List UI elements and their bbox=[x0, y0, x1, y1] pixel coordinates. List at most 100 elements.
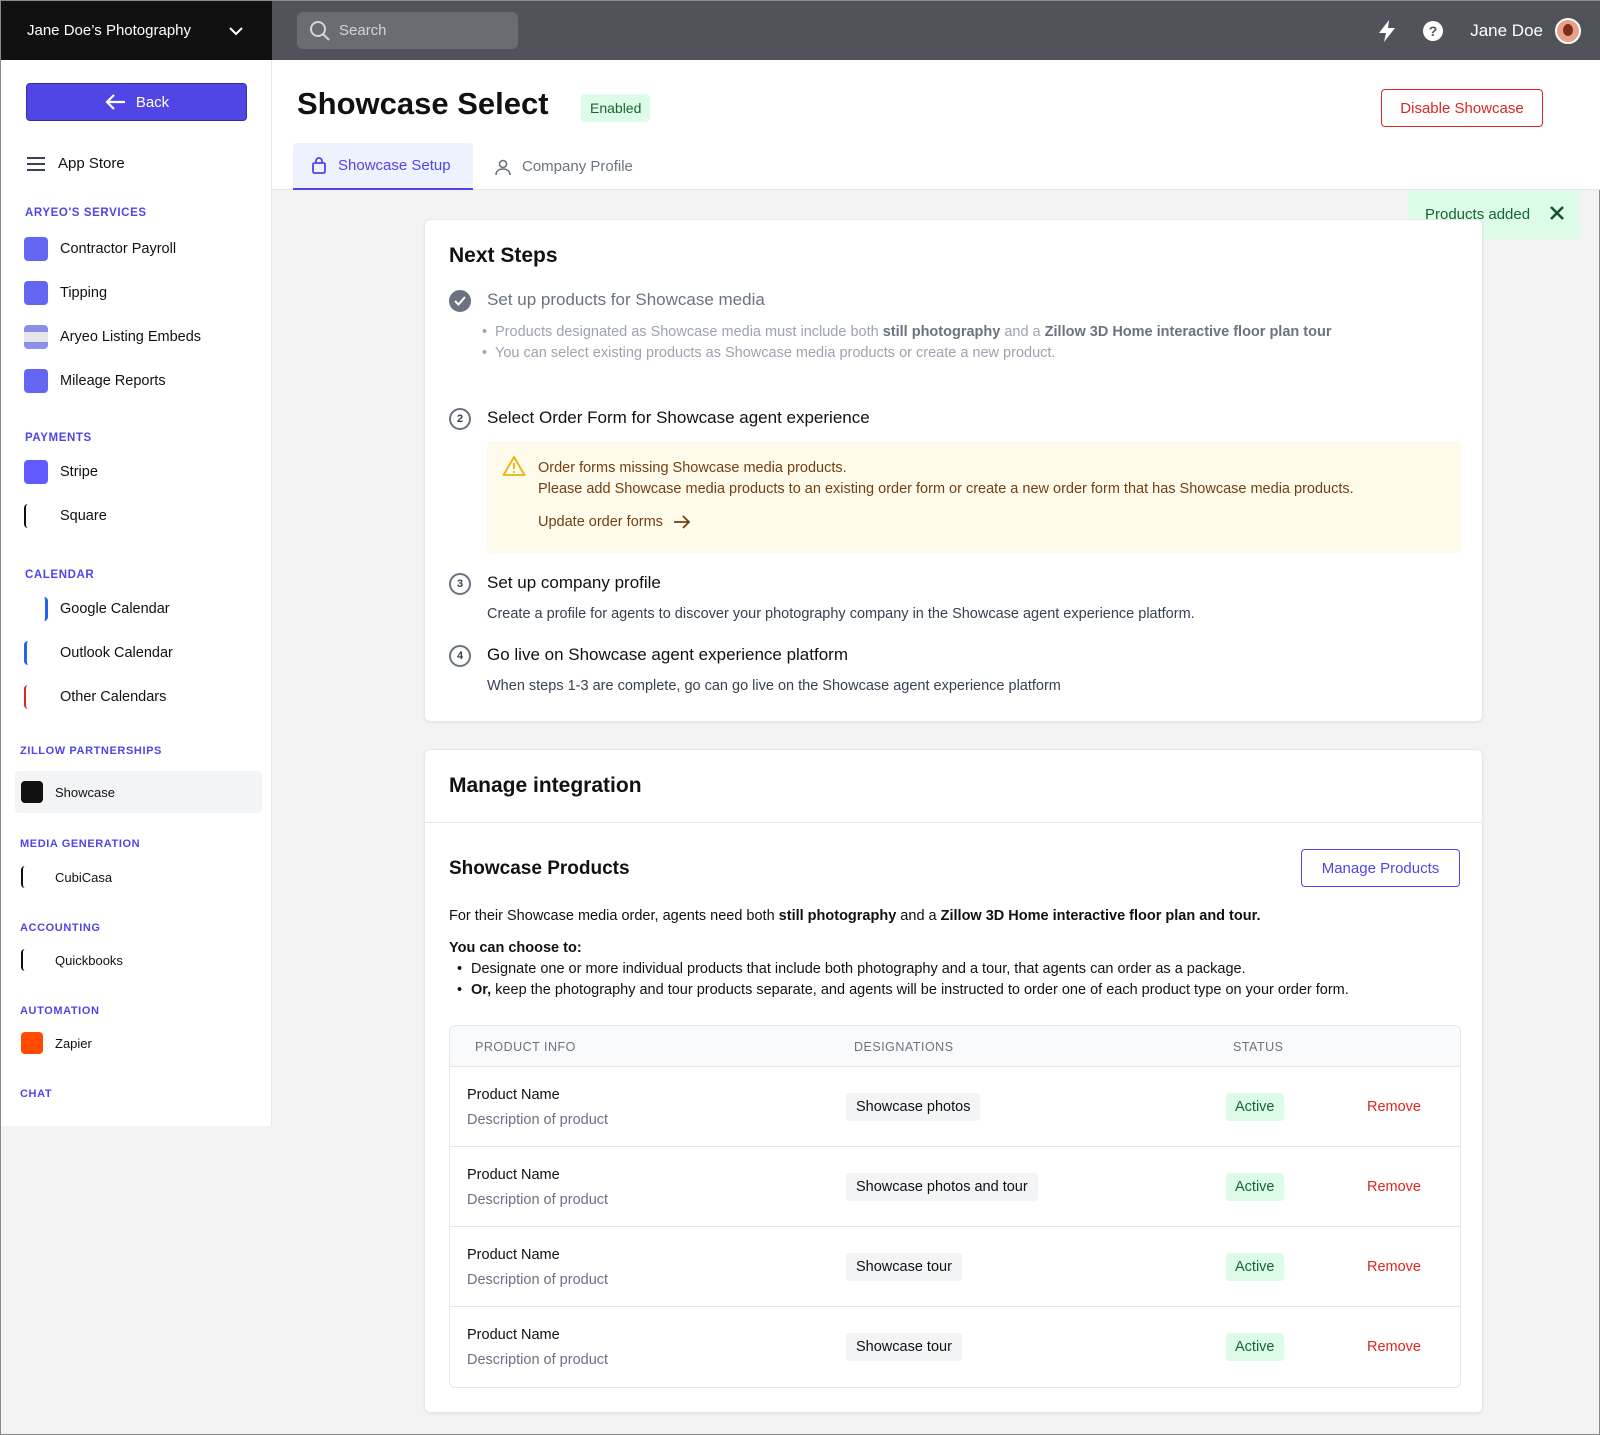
product-name: Product Name bbox=[467, 1167, 560, 1183]
sidebar-item-label: Tipping bbox=[60, 285, 108, 301]
status-badge: Active bbox=[1226, 1173, 1284, 1201]
sidebar-item-outlook-calendar[interactable]: Outlook Calendar bbox=[24, 641, 173, 665]
step-1-bullet-1: Products designated as Showcase media mu… bbox=[482, 324, 1331, 340]
listing-embeds-logo bbox=[24, 325, 48, 349]
choose-heading: You can choose to: bbox=[449, 940, 582, 956]
page-title: Showcase Select bbox=[297, 86, 549, 121]
update-order-forms-link[interactable]: Update order forms bbox=[538, 514, 691, 530]
zapier-logo bbox=[21, 1032, 43, 1054]
sidebar-item-stripe[interactable]: Stripe bbox=[24, 460, 98, 484]
user-icon bbox=[495, 159, 511, 175]
tipping-logo bbox=[24, 281, 48, 305]
bolt-icon[interactable] bbox=[1378, 19, 1396, 42]
step-3-number: 3 bbox=[449, 573, 471, 595]
tab-showcase-setup[interactable]: Showcase Setup bbox=[293, 143, 473, 190]
arrow-right-icon bbox=[673, 515, 691, 529]
sidebar-item-label: CubiCasa bbox=[55, 869, 113, 885]
warning-title: Order forms missing Showcase media produ… bbox=[538, 460, 847, 476]
products-intro: For their Showcase media order, agents n… bbox=[449, 908, 1260, 924]
back-label: Back bbox=[135, 93, 170, 111]
sidebar-item-listing-embeds[interactable]: Aryeo Listing Embeds bbox=[24, 325, 201, 349]
product-desc: Description of product bbox=[467, 1272, 609, 1288]
user-name[interactable]: Jane Doe bbox=[1470, 21, 1543, 41]
sidebar-item-tipping[interactable]: Tipping bbox=[24, 281, 107, 305]
step-1-bullet-2: You can select existing products as Show… bbox=[482, 345, 1055, 361]
outlook-calendar-logo bbox=[24, 641, 48, 665]
search-placeholder: Search bbox=[339, 22, 387, 39]
column-designations: DESIGNATIONS bbox=[854, 1040, 954, 1054]
tab-label: Company Profile bbox=[522, 158, 633, 175]
section-services: ARYEO'S SERVICES bbox=[25, 207, 147, 219]
workspace-switcher[interactable]: Jane Doe’s Photography bbox=[1, 1, 272, 60]
product-desc: Description of product bbox=[467, 1192, 609, 1208]
search-icon bbox=[310, 21, 330, 41]
step-4-number: 4 bbox=[449, 645, 471, 667]
text: and a bbox=[1000, 324, 1045, 340]
page-header: Showcase Select Enabled Disable Showcase… bbox=[272, 60, 1600, 190]
sidebar-item-zapier[interactable]: Zapier bbox=[21, 1032, 92, 1054]
manage-integration-title: Manage integration bbox=[449, 774, 642, 797]
column-product-info: PRODUCT INFO bbox=[475, 1040, 576, 1054]
text: For their Showcase media order, agents n… bbox=[449, 908, 779, 924]
remove-button[interactable]: Remove bbox=[1367, 1259, 1421, 1275]
remove-button[interactable]: Remove bbox=[1367, 1339, 1421, 1355]
status-badge: Active bbox=[1226, 1333, 1284, 1361]
next-steps-title: Next Steps bbox=[449, 244, 558, 267]
bullet: • bbox=[457, 982, 463, 998]
section-media: MEDIA GENERATION bbox=[20, 838, 141, 850]
remove-button[interactable]: Remove bbox=[1367, 1099, 1421, 1115]
sidebar-item-label: Showcase bbox=[55, 784, 115, 800]
sidebar-item-mileage-reports[interactable]: Mileage Reports bbox=[24, 369, 166, 393]
sidebar-item-showcase[interactable]: Showcase bbox=[21, 781, 115, 803]
app-store-link[interactable]: App Store bbox=[26, 155, 125, 172]
section-zillow: ZILLOW PARTNERSHIPS bbox=[20, 745, 162, 757]
mileage-reports-logo bbox=[24, 369, 48, 393]
text-bold: still photography bbox=[882, 324, 1001, 340]
designation-tag: Showcase photos bbox=[846, 1093, 981, 1121]
help-icon[interactable]: ? bbox=[1422, 20, 1444, 42]
workspace-name: Jane Doe’s Photography bbox=[27, 22, 192, 39]
product-name: Product Name bbox=[467, 1327, 560, 1343]
sidebar-item-square[interactable]: Square bbox=[24, 504, 107, 528]
section-payments: PAYMENTS bbox=[25, 432, 92, 444]
link-label: Update order forms bbox=[538, 514, 663, 530]
disable-showcase-button[interactable]: Disable Showcase bbox=[1381, 89, 1543, 127]
svg-text:?: ? bbox=[1429, 23, 1438, 39]
manage-integration-card: Manage integration Showcase Products Man… bbox=[424, 749, 1483, 1413]
sidebar-item-contractor-payroll[interactable]: Contractor Payroll bbox=[24, 237, 176, 261]
warning-body: Please add Showcase media products to an… bbox=[538, 481, 1354, 497]
warning-alert: Order forms missing Showcase media produ… bbox=[487, 441, 1461, 553]
warning-icon bbox=[502, 456, 526, 476]
sidebar-item-label: Contractor Payroll bbox=[60, 241, 177, 257]
bag-icon bbox=[312, 156, 326, 174]
sidebar-item-quickbooks[interactable]: Quickbooks bbox=[21, 949, 123, 971]
tab-company-profile[interactable]: Company Profile bbox=[477, 143, 650, 190]
text: Designate one or more individual product… bbox=[471, 961, 1246, 977]
step-2-title: Select Order Form for Showcase agent exp… bbox=[487, 408, 870, 427]
avatar[interactable] bbox=[1555, 17, 1581, 44]
sidebar-item-other-calendars[interactable]: Other Calendars bbox=[24, 685, 166, 709]
stripe-logo bbox=[24, 460, 48, 484]
back-button[interactable]: Back bbox=[26, 83, 247, 121]
sidebar-item-google-calendar[interactable]: Google Calendar bbox=[24, 597, 170, 621]
remove-button[interactable]: Remove bbox=[1367, 1179, 1421, 1195]
text-bold: Or, bbox=[471, 982, 492, 998]
search-input[interactable]: Search bbox=[297, 12, 518, 49]
showcase-products-title: Showcase Products bbox=[449, 858, 630, 879]
sidebar-item-label: Google Calendar bbox=[60, 601, 170, 617]
other-calendars-logo bbox=[24, 685, 48, 709]
step-1-title: Set up products for Showcase media bbox=[487, 290, 765, 309]
section-chat: CHAT bbox=[20, 1088, 53, 1100]
table-row: Product Name Description of product Show… bbox=[450, 1067, 1460, 1147]
table-header: PRODUCT INFO DESIGNATIONS STATUS bbox=[450, 1026, 1460, 1067]
step-4-desc: When steps 1-3 are complete, go can go l… bbox=[487, 678, 1061, 694]
square-logo bbox=[24, 504, 48, 528]
product-name: Product Name bbox=[467, 1247, 560, 1263]
table-row: Product Name Description of product Show… bbox=[450, 1147, 1460, 1227]
products-table: PRODUCT INFO DESIGNATIONS STATUS Product… bbox=[449, 1025, 1461, 1388]
text-bold: Zillow 3D Home interactive floor plan an… bbox=[940, 908, 1261, 924]
tab-label: Showcase Setup bbox=[338, 157, 451, 174]
manage-products-button[interactable]: Manage Products bbox=[1301, 849, 1460, 887]
sidebar-item-cubicasa[interactable]: CubiCasa bbox=[21, 866, 112, 888]
close-icon[interactable] bbox=[1548, 204, 1566, 222]
